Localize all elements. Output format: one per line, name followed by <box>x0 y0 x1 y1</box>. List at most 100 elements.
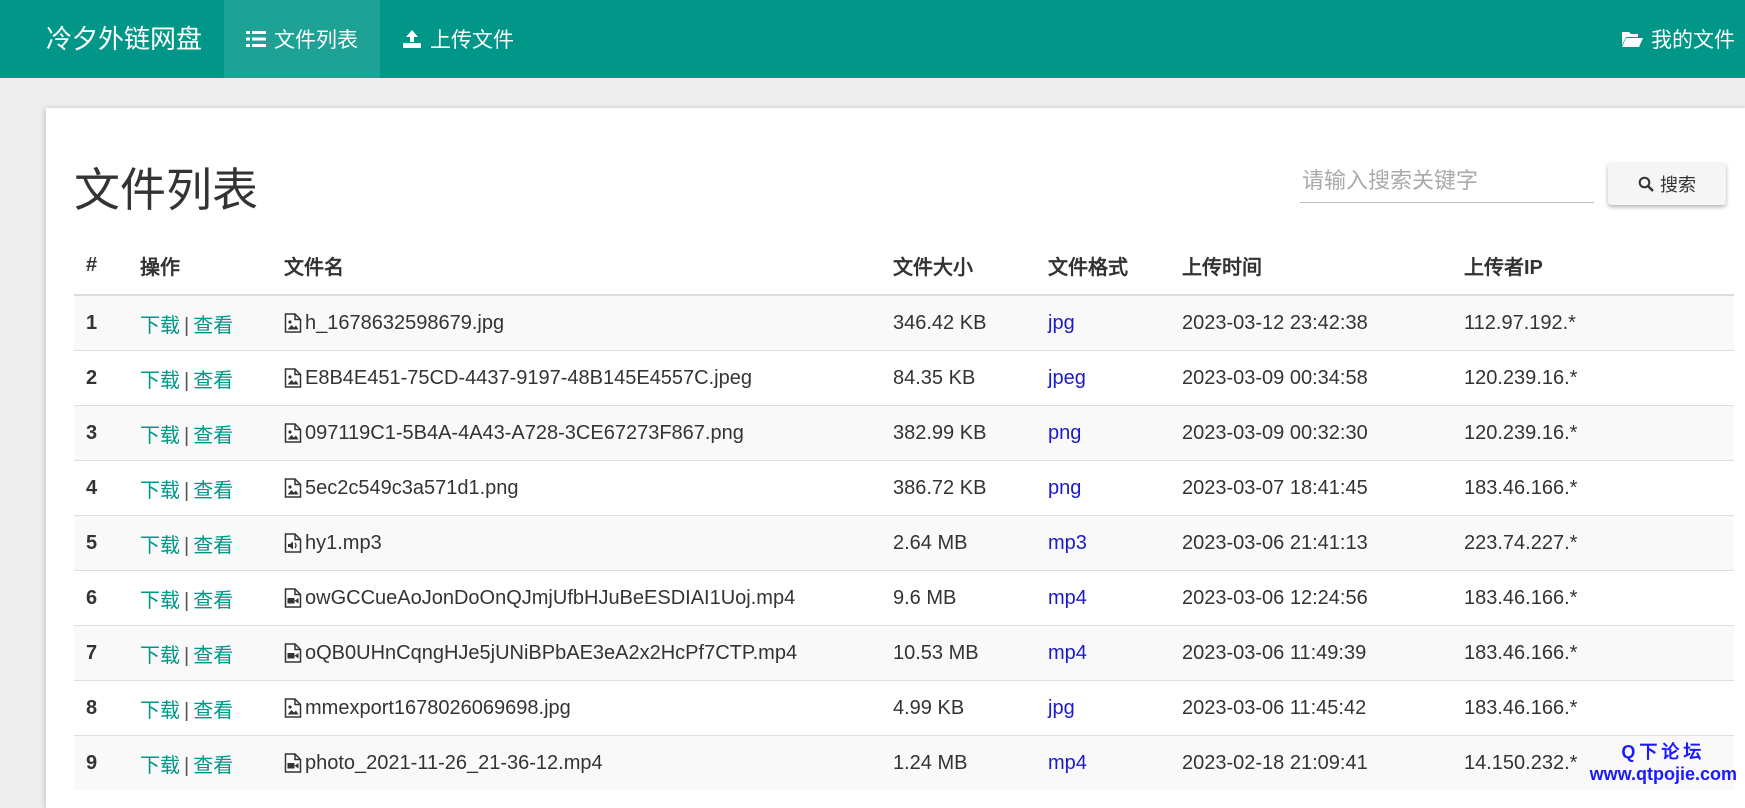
view-link[interactable]: 查看 <box>193 370 233 392</box>
row-uploader-ip: 183.46.166.* <box>1452 625 1734 681</box>
video-file-icon <box>284 643 302 663</box>
row-num: 4 <box>74 460 128 516</box>
download-link[interactable]: 下载 <box>140 535 180 557</box>
row-filesize: 4.99 KB <box>881 680 1036 736</box>
image-file-icon <box>284 313 302 333</box>
table-row: 4 下载 | 查看 5ec2c549c3a571d1.png 386.72 KB png 20… <box>74 460 1734 516</box>
row-num: 1 <box>74 294 128 351</box>
row-filesize: 2.64 MB <box>881 515 1036 571</box>
row-filename-cell: 5ec2c549c3a571d1.png <box>272 460 881 516</box>
view-link[interactable]: 查看 <box>193 535 233 557</box>
search-input[interactable] <box>1300 160 1594 203</box>
image-file-icon <box>284 368 302 388</box>
row-filename: mmexport1678026069698.jpg <box>305 696 571 719</box>
row-actions: 下载 | 查看 <box>128 515 272 571</box>
header-num: # <box>74 236 128 296</box>
audio-file-icon <box>284 533 302 553</box>
action-separator: | <box>184 589 190 612</box>
nav-file-list[interactable]: 文件列表 <box>224 0 381 78</box>
download-link[interactable]: 下载 <box>140 755 180 777</box>
view-link[interactable]: 查看 <box>193 755 233 777</box>
row-upload-time: 2023-03-09 00:34:58 <box>1170 350 1452 406</box>
row-filesize: 386.72 KB <box>881 460 1036 516</box>
row-num: 8 <box>74 680 128 736</box>
watermark-line1: Q下论坛 <box>1621 742 1706 762</box>
row-num: 5 <box>74 515 128 571</box>
row-format: png <box>1036 460 1170 516</box>
row-num: 3 <box>74 405 128 461</box>
download-link[interactable]: 下载 <box>140 425 180 447</box>
row-uploader-ip: 183.46.166.* <box>1452 460 1734 516</box>
row-filename: E8B4E451-75CD-4437-9197-48B145E4557C.jpe… <box>305 366 752 389</box>
action-separator: | <box>184 369 190 392</box>
header-upload-time: 上传时间 <box>1170 236 1452 296</box>
download-link[interactable]: 下载 <box>140 370 180 392</box>
row-num: 7 <box>74 625 128 681</box>
row-filename-cell: E8B4E451-75CD-4437-9197-48B145E4557C.jpe… <box>272 350 881 406</box>
row-uploader-ip: 223.74.227.* <box>1452 515 1734 571</box>
image-file-icon <box>284 478 302 498</box>
search-button[interactable]: 搜索 <box>1608 163 1726 205</box>
view-link[interactable]: 查看 <box>193 315 233 337</box>
view-link[interactable]: 查看 <box>193 700 233 722</box>
download-link[interactable]: 下载 <box>140 590 180 612</box>
folder-open-icon <box>1621 30 1643 48</box>
row-filename-cell: oQB0UHnCqngHJe5jUNiBPbAE3eA2x2HcPf7CTP.m… <box>272 625 881 681</box>
row-filename: oQB0UHnCqngHJe5jUNiBPbAE3eA2x2HcPf7CTP.m… <box>305 641 798 664</box>
brand-title[interactable]: 冷夕外链网盘 <box>0 0 224 78</box>
download-link[interactable]: 下载 <box>140 700 180 722</box>
image-file-icon <box>284 423 302 443</box>
nav-my-files[interactable]: 我的文件 <box>1599 0 1745 78</box>
watermark-line2: www.qtpojie.com <box>1589 764 1737 784</box>
action-separator: | <box>184 534 190 557</box>
row-format: jpg <box>1036 294 1170 351</box>
row-upload-time: 2023-03-06 11:45:42 <box>1170 680 1452 736</box>
row-filesize: 1.24 MB <box>881 735 1036 790</box>
row-num: 9 <box>74 735 128 790</box>
nav-file-list-label: 文件列表 <box>274 29 359 52</box>
row-format: mp4 <box>1036 625 1170 681</box>
row-format: mp4 <box>1036 735 1170 790</box>
table-row: 5 下载 | 查看 hy1.mp3 2.64 MB mp3 2023-03-06 21:41:… <box>74 515 1734 571</box>
table-body: 1 下载 | 查看 h_1678632598679.jpg 346.42 KB jpg 202… <box>74 294 1734 790</box>
nav-upload-file[interactable]: 上传文件 <box>380 0 536 78</box>
image-file-icon <box>284 698 302 718</box>
row-filename: owGCCueAoJonDoOnQJmjUfbHJuBeESDIAI1Uoj.m… <box>305 586 796 609</box>
row-upload-time: 2023-02-18 21:09:41 <box>1170 735 1452 790</box>
download-link[interactable]: 下载 <box>140 315 180 337</box>
download-link[interactable]: 下载 <box>140 645 180 667</box>
row-filesize: 9.6 MB <box>881 570 1036 626</box>
row-filename-cell: mmexport1678026069698.jpg <box>272 680 881 736</box>
header-format: 文件格式 <box>1036 236 1170 296</box>
file-table: # 操作 文件名 文件大小 文件格式 上传时间 上传者IP 1 下载 | 查看 h_16… <box>74 236 1734 790</box>
nav-my-files-label: 我的文件 <box>1651 29 1735 52</box>
row-actions: 下载 | 查看 <box>128 405 272 461</box>
table-header-row: # 操作 文件名 文件大小 文件格式 上传时间 上传者IP <box>74 236 1734 296</box>
row-uploader-ip: 183.46.166.* <box>1452 680 1734 736</box>
action-separator: | <box>184 754 190 777</box>
row-actions: 下载 | 查看 <box>128 294 272 351</box>
row-filesize: 84.35 KB <box>881 350 1036 406</box>
row-actions: 下载 | 查看 <box>128 460 272 516</box>
row-filename: 097119C1-5B4A-4A43-A728-3CE67273F867.png <box>305 421 744 444</box>
action-separator: | <box>184 479 190 502</box>
view-link[interactable]: 查看 <box>193 480 233 502</box>
row-uploader-ip: 120.239.16.* <box>1452 350 1734 406</box>
list-icon <box>246 30 267 48</box>
row-format: jpeg <box>1036 350 1170 406</box>
table-row: 1 下载 | 查看 h_1678632598679.jpg 346.42 KB jpg 202… <box>74 294 1734 351</box>
action-separator: | <box>184 314 190 337</box>
table-row: 7 下载 | 查看 oQB0UHnCqngHJe5jUNiBPbAE3eA2x2HcPf… <box>74 625 1734 681</box>
row-filename-cell: h_1678632598679.jpg <box>272 294 881 351</box>
row-filename-cell: owGCCueAoJonDoOnQJmjUfbHJuBeESDIAI1Uoj.m… <box>272 570 881 626</box>
view-link[interactable]: 查看 <box>193 590 233 612</box>
download-link[interactable]: 下载 <box>140 480 180 502</box>
table-row: 2 下载 | 查看 E8B4E451-75CD-4437-9197-48B145E455… <box>74 350 1734 406</box>
view-link[interactable]: 查看 <box>193 425 233 447</box>
top-navbar: 冷夕外链网盘 文件列表 上传文件 我的文件 <box>0 0 1745 78</box>
row-upload-time: 2023-03-12 23:42:38 <box>1170 294 1452 351</box>
view-link[interactable]: 查看 <box>193 645 233 667</box>
row-format: jpg <box>1036 680 1170 736</box>
header-filesize: 文件大小 <box>881 236 1036 296</box>
row-actions: 下载 | 查看 <box>128 735 272 790</box>
